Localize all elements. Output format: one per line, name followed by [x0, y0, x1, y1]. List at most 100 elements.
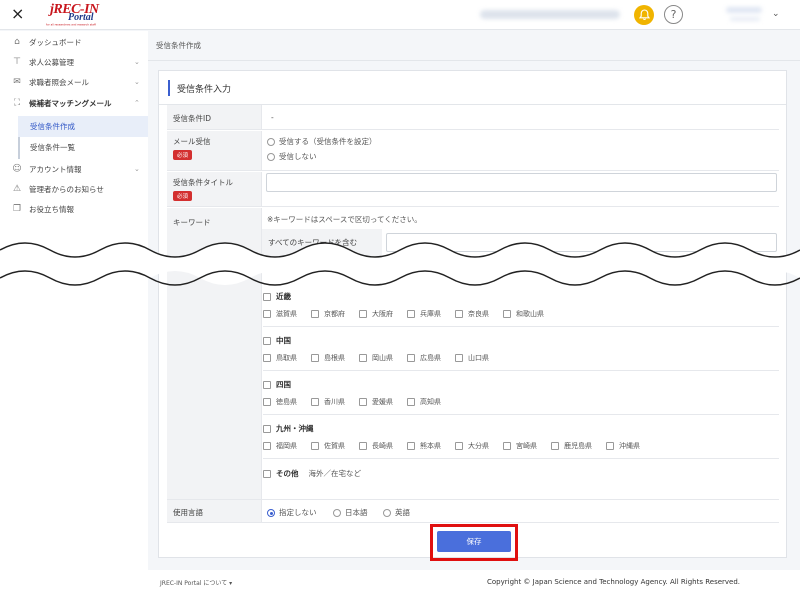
checkbox — [263, 337, 271, 345]
region-name: 四国 — [276, 380, 291, 389]
sidebar-item-admin-notices[interactable]: ⚠ 管理者からのお知らせ — [0, 179, 148, 199]
pref-checkbox[interactable]: 鳥取県 — [263, 353, 297, 363]
radio-circle — [267, 138, 275, 146]
blurred-account-name — [726, 7, 762, 13]
pref-checkbox[interactable]: 岡山県 — [359, 353, 393, 363]
save-button[interactable]: 保存 — [437, 531, 511, 552]
pref-checkbox[interactable]: 佐賀県 — [311, 441, 345, 451]
region-other[interactable]: その他 海外／在宅など — [263, 468, 361, 479]
sidebar-item-matching-mail[interactable]: ⛶ 候補者マッチングメール ⌃ — [0, 93, 148, 113]
form-title: 受信条件入力 — [168, 80, 231, 96]
home-icon: ⌂ — [14, 37, 20, 47]
label-keyword: キーワード — [173, 218, 211, 227]
person-icon: ⛶ — [13, 98, 21, 108]
checkbox — [551, 442, 559, 450]
pref-checkbox[interactable]: 京都府 — [311, 309, 345, 319]
label-condition-id: 受信条件ID — [173, 114, 211, 123]
bell-icon[interactable] — [634, 5, 654, 25]
checkbox — [263, 470, 271, 478]
pref-label: 佐賀県 — [324, 442, 345, 450]
pref-checkbox[interactable]: 愛媛県 — [359, 397, 393, 407]
pref-label: 香川県 — [324, 398, 345, 406]
pref-checkbox[interactable]: 大分県 — [455, 441, 489, 451]
checkbox — [455, 354, 463, 362]
pref-label: 広島県 — [420, 354, 441, 362]
pref-checkbox[interactable]: 福岡県 — [263, 441, 297, 451]
pref-checkbox[interactable]: 奈良県 — [455, 309, 489, 319]
pref-checkbox[interactable]: 和歌山県 — [503, 309, 544, 319]
sidebar-item-label: 候補者マッチングメール — [29, 98, 112, 108]
checkbox — [311, 398, 319, 406]
row-language: 使用言語 指定しない 日本語 英語 — [167, 499, 779, 523]
condition-id-value: - — [271, 113, 274, 122]
sidebar-item-account[interactable]: ☺ アカウント情報 ⌄ — [0, 159, 148, 179]
pref-label: 長崎県 — [372, 442, 393, 450]
radio-receive[interactable]: 受信する（受信条件を設定） — [267, 136, 377, 147]
account-chevron-down-icon[interactable]: ⌄ — [772, 9, 780, 19]
pref-checkbox[interactable]: 兵庫県 — [407, 309, 441, 319]
checkbox — [263, 310, 271, 318]
label-language: 使用言語 — [173, 508, 203, 517]
radio-lang-unspecified[interactable]: 指定しない — [267, 507, 317, 518]
region-chugoku[interactable]: 中国 — [263, 335, 291, 346]
pref-label: 京都府 — [324, 310, 345, 318]
warning-icon: ⚠ — [12, 184, 22, 194]
region-shikoku[interactable]: 四国 — [263, 379, 291, 390]
region-divider — [263, 326, 779, 327]
pref-checkbox[interactable]: 大阪府 — [359, 309, 393, 319]
jrec-in-logo[interactable]: jREC-IN Portal for all researchers and r… — [46, 3, 108, 27]
radio-label: 日本語 — [345, 508, 368, 517]
pref-checkbox[interactable]: 熊本県 — [407, 441, 441, 451]
sidebar-subitem-create-condition[interactable]: 受信条件作成 — [18, 116, 148, 137]
sign-icon: ⊤ — [13, 57, 21, 67]
radio-not-receive[interactable]: 受信しない — [267, 151, 317, 162]
mail-icon: ✉ — [13, 77, 21, 87]
pref-checkbox[interactable]: 島根県 — [311, 353, 345, 363]
pref-label: 沖縄県 — [619, 442, 640, 450]
help-icon[interactable]: ? — [664, 5, 683, 24]
sidebar-item-useful-info[interactable]: ❐ お役立ち情報 — [0, 199, 148, 219]
pref-checkbox[interactable]: 広島県 — [407, 353, 441, 363]
region-name: 近畿 — [276, 292, 291, 301]
checkbox — [311, 442, 319, 450]
pref-checkbox[interactable]: 宮崎県 — [503, 441, 537, 451]
pref-checkbox[interactable]: 滋賀県 — [263, 309, 297, 319]
pref-checkbox[interactable]: 沖縄県 — [606, 441, 640, 451]
account-icon: ☺ — [12, 164, 22, 174]
pref-checkbox[interactable]: 長崎県 — [359, 441, 393, 451]
checkbox — [311, 354, 319, 362]
sidebar-item-job-posting[interactable]: ⊤ 求人公募管理 ⌄ — [0, 52, 148, 72]
checkbox — [606, 442, 614, 450]
footer-about-link[interactable]: JREC-IN Portal について ▾ — [160, 578, 232, 587]
radio-lang-japanese[interactable]: 日本語 — [333, 507, 368, 518]
prefs-chugoku: 鳥取県 島根県 岡山県 広島県 山口県 — [263, 353, 503, 363]
sidebar-item-dashboard[interactable]: ⌂ ダッシュボード — [0, 32, 148, 52]
pref-label: 大阪府 — [372, 310, 393, 318]
radio-circle — [267, 153, 275, 161]
close-icon[interactable]: × — [11, 6, 24, 22]
pref-label: 岡山県 — [372, 354, 393, 362]
pref-checkbox[interactable]: 山口県 — [455, 353, 489, 363]
checkbox — [503, 310, 511, 318]
checkbox — [263, 398, 271, 406]
top-bar: × jREC-IN Portal for all researchers and… — [0, 0, 800, 30]
checkbox — [503, 442, 511, 450]
sidebar-item-seeker-mail[interactable]: ✉ 求職者照会メール ⌄ — [0, 72, 148, 92]
checkbox — [263, 293, 271, 301]
chevron-down-icon: ⌄ — [134, 78, 140, 86]
region-divider — [263, 414, 779, 415]
pref-checkbox[interactable]: 徳島県 — [263, 397, 297, 407]
region-kyushu-okinawa[interactable]: 九州・沖縄 — [263, 423, 314, 434]
region-kinki[interactable]: 近畿 — [263, 291, 291, 302]
pref-checkbox[interactable]: 鹿児島県 — [551, 441, 592, 451]
sidebar-subitem-condition-list[interactable]: 受信条件一覧 — [18, 137, 148, 158]
pref-checkbox[interactable]: 高知県 — [407, 397, 441, 407]
pref-label: 愛媛県 — [372, 398, 393, 406]
row-label-cell: 使用言語 — [167, 500, 262, 522]
logo-sub-text: Portal — [68, 12, 94, 23]
pref-checkbox[interactable]: 香川県 — [311, 397, 345, 407]
radio-lang-english[interactable]: 英語 — [383, 507, 410, 518]
checkbox — [359, 354, 367, 362]
radio-circle-selected — [267, 509, 275, 517]
condition-title-input[interactable] — [266, 173, 777, 192]
